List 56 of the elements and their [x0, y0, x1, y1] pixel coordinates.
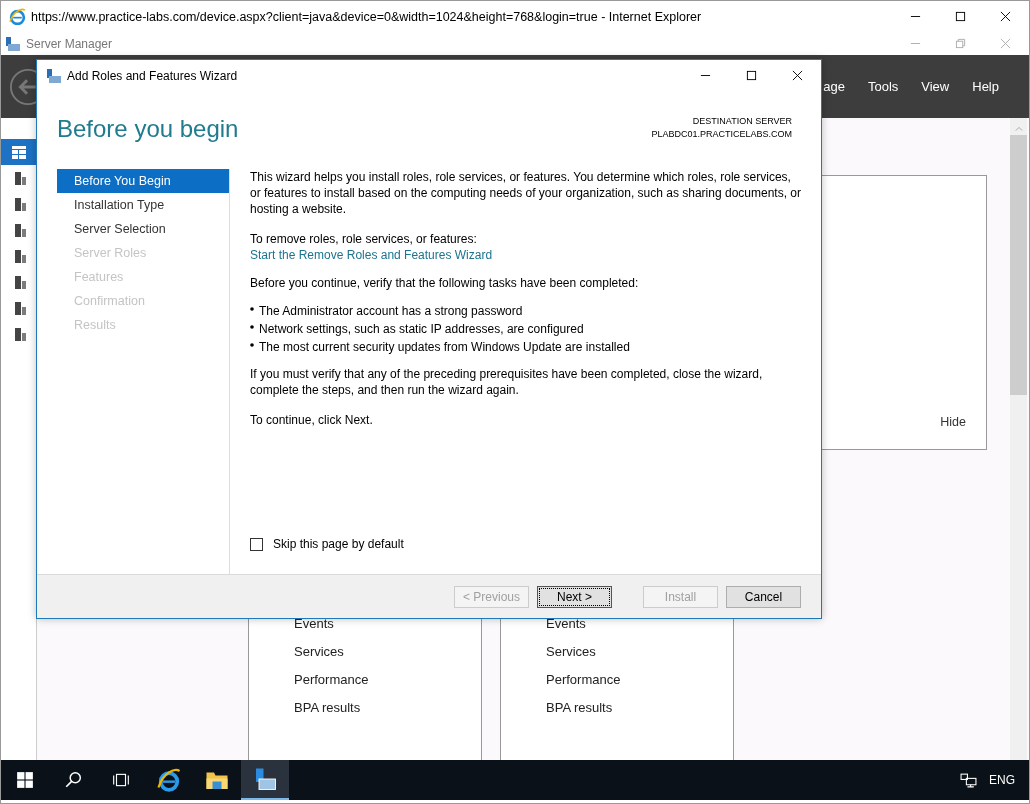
tile-link[interactable]: BPA results [546, 700, 733, 716]
maximize-icon[interactable] [746, 70, 757, 81]
wizard-step[interactable]: Before You Begin [57, 169, 229, 193]
remove-wizard-link[interactable]: Start the Remove Roles and Features Wizard [250, 247, 493, 263]
tasks-intro: Before you continue, verify that the following tasks have been completed: [250, 275, 640, 291]
wizard-button[interactable]: Next > [537, 585, 612, 608]
wizard-step[interactable]: Server Selection [57, 217, 229, 241]
tile-link[interactable]: Events [294, 616, 481, 632]
tile-link[interactable]: BPA results [294, 700, 481, 716]
window-title: Add Roles and Features Wizard [67, 68, 238, 83]
browser-logo-icon [157, 768, 181, 792]
windows-icon [16, 771, 34, 789]
tile-link[interactable]: Performance [546, 672, 733, 688]
grid-icon [10, 144, 27, 160]
hide-link[interactable]: Hide [940, 415, 966, 429]
browser-logo-icon [9, 8, 26, 25]
tile-link[interactable]: Performance [294, 672, 481, 688]
wizard-step[interactable]: Installation Type [57, 193, 229, 217]
task-text: The most current security updates from Windows Update are installed [259, 339, 630, 355]
close-icon[interactable] [1000, 11, 1011, 22]
checkbox[interactable] [250, 537, 263, 551]
menu-item[interactable]: View [921, 79, 950, 94]
destination-server: PLABDC01.PRACTICELABS.COM [651, 128, 792, 141]
server-manager-icon [5, 35, 21, 52]
bullet-icon [250, 343, 254, 347]
scrollbar[interactable] [1010, 118, 1027, 760]
language-indicator[interactable]: ENG [989, 773, 1015, 787]
tile-link[interactable]: Events [546, 616, 733, 632]
nav-item[interactable] [1, 139, 36, 165]
task-view-icon [112, 771, 130, 789]
remove-label: To remove roles, role services, or features: [250, 231, 478, 247]
taskbar-button[interactable] [241, 760, 289, 800]
bullet-icon [250, 325, 254, 329]
menu-item[interactable]: age [823, 79, 845, 94]
close-icon[interactable] [792, 70, 803, 81]
destination-label: DESTINATION SERVER [692, 115, 792, 128]
tile-link[interactable]: Services [294, 644, 481, 660]
task-text: Network settings, such as static IP addresses, are configured [259, 321, 584, 337]
continue-text: To continue, click Next. [250, 412, 374, 428]
network-icon[interactable] [960, 771, 977, 789]
server-manager-icon [253, 767, 277, 791]
browser-title: https://www.practice-labs.com/device.aspx?client=java&device=0&width=1024&height=768&login=true - Internet Explorer [31, 9, 702, 24]
intro-text: This wizard helps you install roles, role services, or features. You determine which roles, role services, or features to install based on the computing needs of your organization, such as sharing documents, or hosting a website. [250, 169, 802, 217]
tile-link[interactable]: Services [546, 644, 733, 660]
window-title: Server Manager [26, 36, 113, 51]
bullet-icon [250, 307, 254, 311]
server-manager-icon [46, 67, 62, 84]
page-heading: Before you begin [57, 115, 239, 144]
search-icon [64, 771, 82, 789]
checkbox-label: Skip this page by default [273, 536, 404, 552]
task-text: The Administrator account has a strong password [259, 303, 523, 319]
wizard-button[interactable]: Cancel [726, 585, 801, 608]
verify-text: If you must verify that any of the preceding prerequisites have been completed, close the wizard, complete the steps, and then run the wizard again. [250, 366, 764, 398]
menu-item[interactable]: Tools [867, 79, 899, 94]
maximize-icon[interactable] [955, 11, 966, 22]
menu-item[interactable]: Help [972, 79, 999, 94]
